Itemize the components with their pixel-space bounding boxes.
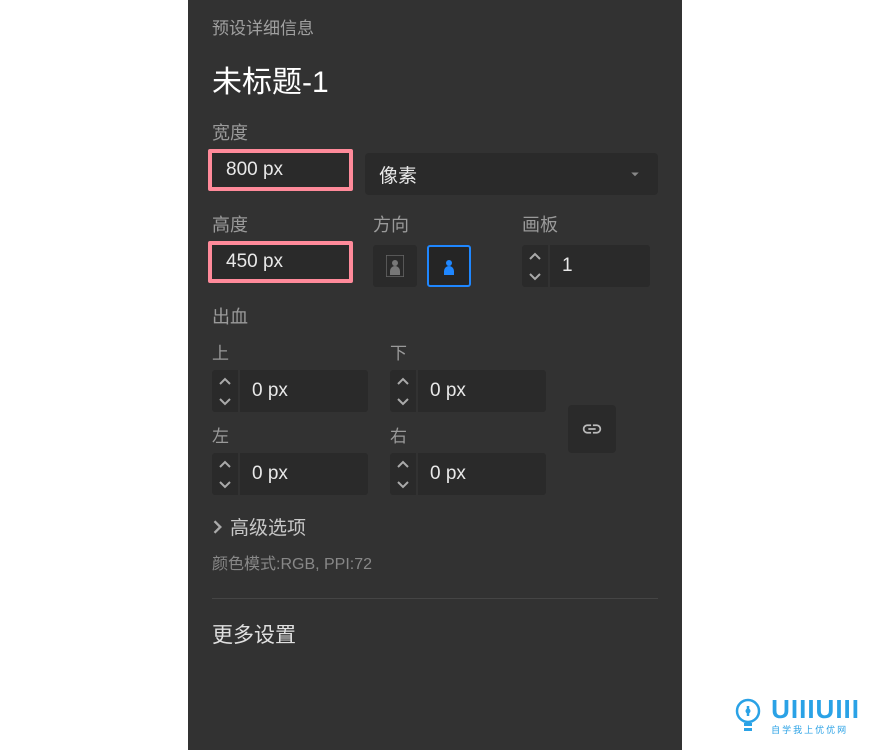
bleed-bottom-up[interactable]	[390, 370, 416, 391]
bleed-left-cell: 左 0 px	[212, 422, 382, 495]
link-icon	[581, 418, 603, 440]
bleed-left-label: 左	[212, 422, 382, 447]
preset-detail-heading: 预设详细信息	[212, 14, 658, 39]
bleed-right-cell: 右 0 px	[390, 422, 560, 495]
chevron-up-icon	[529, 252, 541, 260]
divider	[212, 598, 658, 599]
bleed-bottom-label: 下	[390, 339, 560, 364]
height-input[interactable]: 450 px	[208, 241, 353, 283]
bleed-right-label: 右	[390, 422, 560, 447]
bleed-bottom-stepper[interactable]: 0 px	[390, 370, 560, 412]
chevron-up-icon	[219, 377, 231, 385]
artboard-group: 画板 1	[522, 211, 658, 287]
chevron-up-icon	[397, 377, 409, 385]
chevron-up-icon	[397, 460, 409, 468]
artboard-stepper[interactable]: 1	[522, 245, 658, 287]
bleed-link-button[interactable]	[568, 405, 616, 453]
bleed-bottom-input[interactable]: 0 px	[418, 370, 546, 412]
bleed-bottom-cell: 下 0 px	[390, 339, 560, 412]
watermark: UIIIUIII 自学我上优优网	[733, 694, 860, 736]
bleed-right-up[interactable]	[390, 453, 416, 474]
height-group: 高度 450 px	[212, 211, 365, 287]
watermark-brand: UIIIUIII	[771, 694, 860, 725]
bleed-left-up[interactable]	[212, 453, 238, 474]
chevron-right-icon	[212, 520, 224, 534]
advanced-options-label: 高级选项	[230, 513, 306, 540]
chevron-down-icon	[219, 481, 231, 489]
bleed-top-cell: 上 0 px	[212, 339, 382, 412]
bleed-top-label: 上	[212, 339, 382, 364]
height-label: 高度	[212, 211, 365, 237]
orientation-label: 方向	[373, 211, 522, 237]
artboard-step-down[interactable]	[522, 266, 548, 287]
watermark-sub: 自学我上优优网	[771, 723, 860, 736]
bleed-top-stepper[interactable]: 0 px	[212, 370, 382, 412]
bleed-top-input[interactable]: 0 px	[240, 370, 368, 412]
bleed-left-input[interactable]: 0 px	[240, 453, 368, 495]
chevron-down-icon	[529, 273, 541, 281]
bleed-right-down[interactable]	[390, 474, 416, 495]
bleed-top-up[interactable]	[212, 370, 238, 391]
bleed-right-input[interactable]: 0 px	[418, 453, 546, 495]
orientation-landscape-button[interactable]	[427, 245, 471, 287]
unit-select[interactable]: 像素	[365, 153, 658, 195]
width-group: 宽度 800 px 像素	[212, 119, 658, 195]
width-input[interactable]: 800 px	[208, 149, 353, 191]
bleed-right-stepper[interactable]: 0 px	[390, 453, 560, 495]
preset-detail-panel: 预设详细信息 未标题-1 宽度 800 px 像素 高度 450 px 方向	[188, 0, 682, 750]
width-label: 宽度	[212, 119, 658, 145]
lightbulb-icon	[733, 697, 763, 733]
advanced-options-toggle[interactable]: 高级选项	[212, 513, 658, 540]
chevron-down-icon	[397, 398, 409, 406]
unit-select-label: 像素	[379, 161, 417, 188]
person-portrait-icon	[386, 255, 404, 277]
bleed-left-stepper[interactable]: 0 px	[212, 453, 382, 495]
chevron-down-icon	[219, 398, 231, 406]
artboard-label: 画板	[522, 211, 658, 237]
orientation-portrait-button[interactable]	[373, 245, 417, 287]
orientation-group: 方向	[365, 211, 522, 287]
artboard-input[interactable]: 1	[550, 245, 650, 287]
bleed-section: 出血 上 0 px 下 0 p	[212, 303, 658, 495]
bleed-bottom-down[interactable]	[390, 391, 416, 412]
person-landscape-icon	[438, 257, 460, 275]
bleed-label: 出血	[212, 303, 658, 329]
bleed-top-down[interactable]	[212, 391, 238, 412]
document-title[interactable]: 未标题-1	[212, 57, 658, 101]
bleed-left-down[interactable]	[212, 474, 238, 495]
artboard-step-up[interactable]	[522, 245, 548, 266]
chevron-down-icon	[397, 481, 409, 489]
chevron-down-icon	[626, 165, 644, 183]
chevron-up-icon	[219, 460, 231, 468]
more-settings-link[interactable]: 更多设置	[212, 619, 658, 649]
color-mode-text: 颜色模式:RGB, PPI:72	[212, 550, 658, 574]
